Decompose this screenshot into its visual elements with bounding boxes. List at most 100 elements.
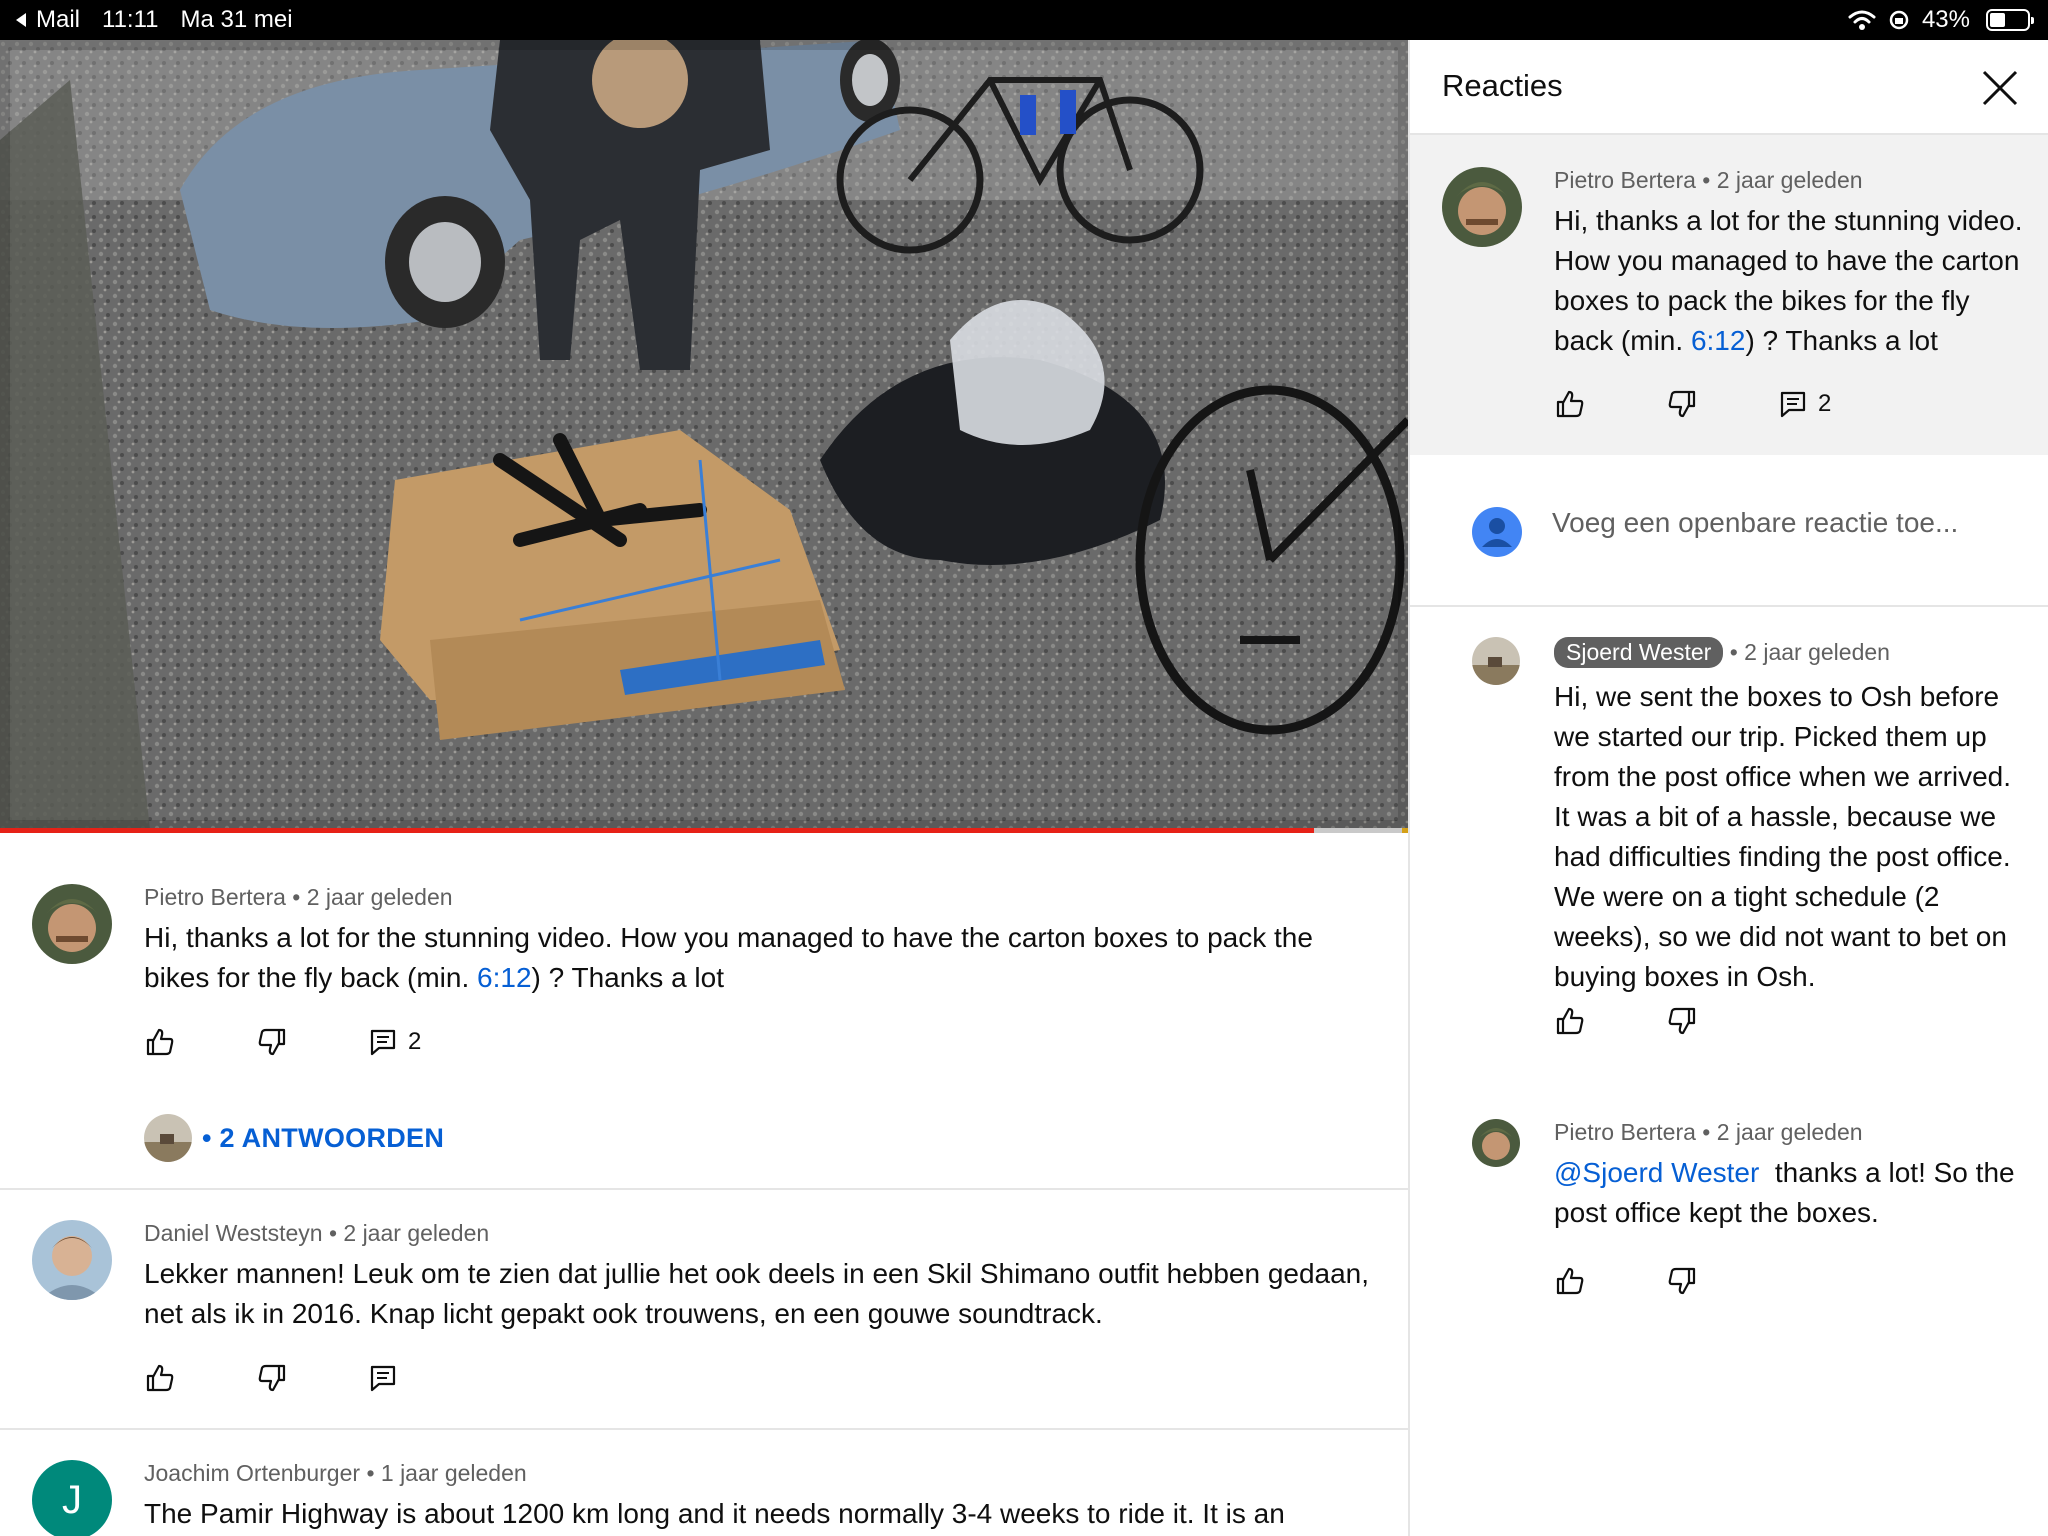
- like-button[interactable]: [1554, 388, 1586, 420]
- avatar[interactable]: [32, 1220, 112, 1300]
- close-icon: [1982, 70, 2018, 106]
- comment-author[interactable]: Daniel Weststeyn: [144, 1220, 323, 1246]
- channel-owner-chip[interactable]: Sjoerd Wester: [1554, 637, 1724, 668]
- reply-item: Sjoerd Wester • 2 jaar geleden Hi, we se…: [1410, 607, 2048, 1047]
- replies-panel: Reacties Pietro Bertera • 2 jaar geleden…: [1408, 40, 2048, 1536]
- avatar-letter: J: [62, 1477, 82, 1522]
- mention-link[interactable]: @Sjoerd Wester: [1554, 1157, 1759, 1188]
- avatar[interactable]: [32, 884, 112, 964]
- comment-icon: [370, 1365, 396, 1392]
- meta-separator: •: [292, 884, 307, 910]
- back-to-mail[interactable]: Mail: [14, 6, 80, 34]
- thumbs-up-icon: [1556, 390, 1584, 418]
- comment-text: Lekker mannen! Leuk om te zien dat julli…: [144, 1258, 1370, 1329]
- comment-meta: Daniel Weststeyn • 2 jaar geleden: [144, 1220, 489, 1247]
- timestamp-link[interactable]: 6:12: [1691, 325, 1746, 356]
- comment-age: 2 jaar geleden: [1716, 167, 1863, 193]
- dislike-button[interactable]: [1666, 1005, 1698, 1037]
- parent-comment: Pietro Bertera • 2 jaar geleden Hi, than…: [1410, 135, 2048, 455]
- status-date: Ma 31 mei: [180, 6, 293, 33]
- comment-author[interactable]: Joachim Ortenburger: [144, 1460, 360, 1486]
- thumbs-down-icon: [258, 1364, 286, 1392]
- dislike-button[interactable]: [1666, 1265, 1698, 1297]
- comment-actions: [1554, 1265, 1698, 1297]
- video-frame: [0, 40, 1408, 830]
- dislike-button[interactable]: [256, 1026, 288, 1058]
- comment-text-end: ) ? Thanks a lot: [1745, 325, 1938, 356]
- reply-button[interactable]: [368, 1363, 398, 1393]
- like-button[interactable]: [144, 1026, 176, 1058]
- comment-text: The Pamir Highway is about 1200 km long …: [144, 1498, 1285, 1529]
- comment-icon: [370, 1029, 396, 1056]
- comment-text: @Sjoerd Wester thanks a lot! So the post…: [1554, 1153, 2028, 1233]
- comment-icon: [1780, 391, 1806, 418]
- thumbs-down-icon: [1668, 390, 1696, 418]
- comment-text-start: Hi, thanks a lot for the stunning video.…: [144, 922, 1313, 993]
- add-reply-field[interactable]: Voeg een openbare reactie toe...: [1410, 455, 2048, 607]
- orientation-lock-icon: [1889, 10, 1909, 30]
- comment-text: Hi, we sent the boxes to Osh before we s…: [1554, 681, 2012, 992]
- comment-meta: Joachim Ortenburger • 1 jaar geleden: [144, 1460, 527, 1487]
- like-button[interactable]: [144, 1362, 176, 1394]
- meta-separator: •: [328, 1220, 344, 1246]
- panel-header: Reacties: [1410, 40, 2048, 135]
- replies-label: • 2 ANTWOORDEN: [202, 1122, 445, 1153]
- panel-title: Reacties: [1442, 68, 1563, 103]
- battery-icon: [1986, 9, 2034, 31]
- video-player[interactable]: [0, 40, 1408, 830]
- reply-item: Pietro Bertera • 2 jaar geleden @Sjoerd …: [1410, 1085, 2048, 1325]
- dislike-button[interactable]: [256, 1362, 288, 1394]
- comment-author[interactable]: Pietro Bertera: [1554, 167, 1696, 193]
- comment-age: 2 jaar geleden: [306, 884, 453, 910]
- comment-actions: 2: [144, 1026, 421, 1058]
- comment-text-end: ) ? Thanks a lot: [531, 962, 724, 993]
- thumbs-up-icon: [1556, 1007, 1584, 1035]
- comment-age: 2 jaar geleden: [343, 1220, 490, 1246]
- avatar[interactable]: J: [32, 1460, 112, 1536]
- avatar[interactable]: [1442, 167, 1522, 247]
- comment-meta: Pietro Bertera • 2 jaar geleden: [1554, 167, 1863, 194]
- like-button[interactable]: [1554, 1005, 1586, 1037]
- comment-meta: Pietro Bertera • 2 jaar geleden: [144, 884, 453, 911]
- dislike-button[interactable]: [1666, 388, 1698, 420]
- thumbs-down-icon: [1668, 1007, 1696, 1035]
- reply-author-avatar: [144, 1114, 192, 1162]
- wifi-icon: [1848, 10, 1876, 30]
- thumbs-up-icon: [1556, 1267, 1584, 1295]
- comment-meta: Sjoerd Wester • 2 jaar geleden: [1554, 637, 1890, 668]
- user-avatar-icon: [1472, 507, 1522, 557]
- battery-percent: 43%: [1921, 6, 1970, 33]
- back-label: Mail: [36, 6, 81, 33]
- comment-actions: [144, 1362, 398, 1394]
- close-button[interactable]: [1978, 66, 2022, 110]
- avatar[interactable]: [1472, 637, 1520, 685]
- comment-age: 2 jaar geleden: [1744, 639, 1890, 665]
- meta-separator: •: [1702, 167, 1717, 193]
- show-replies-button[interactable]: • 2 ANTWOORDEN: [144, 1114, 444, 1162]
- reply-button[interactable]: 2: [368, 1027, 421, 1057]
- reply-button[interactable]: 2: [1778, 389, 1831, 419]
- comment-age: 2 jaar geleden: [1716, 1119, 1863, 1145]
- reply-placeholder: Voeg een openbare reactie toe...: [1552, 507, 1959, 538]
- thumbs-down-icon: [1668, 1267, 1696, 1295]
- battery-level: [1990, 13, 2006, 27]
- divider: [0, 1188, 1408, 1190]
- meta-separator: •: [366, 1460, 381, 1486]
- timestamp-link[interactable]: 6:12: [477, 962, 532, 993]
- progress-played: [0, 828, 1314, 833]
- thumbs-up-icon: [146, 1364, 174, 1392]
- status-time: 11:11: [102, 6, 159, 33]
- comment-text: Hi, thanks a lot for the stunning video.…: [1554, 201, 2028, 361]
- divider: [0, 1428, 1408, 1430]
- avatar[interactable]: [1472, 1119, 1520, 1167]
- like-button[interactable]: [1554, 1265, 1586, 1297]
- video-progress-bar[interactable]: [0, 828, 1408, 833]
- meta-separator: •: [1702, 1119, 1717, 1145]
- comment-author[interactable]: Pietro Bertera: [1554, 1119, 1696, 1145]
- comment-author[interactable]: Pietro Bertera: [144, 884, 286, 910]
- thumbs-down-icon: [258, 1028, 286, 1056]
- comment-actions: 2: [1554, 388, 1831, 420]
- comment-list: Pietro Bertera • 2 jaar geleden Hi, than…: [0, 850, 1408, 1536]
- comment-age: 1 jaar geleden: [380, 1460, 527, 1486]
- comment-actions: [1554, 1005, 1698, 1037]
